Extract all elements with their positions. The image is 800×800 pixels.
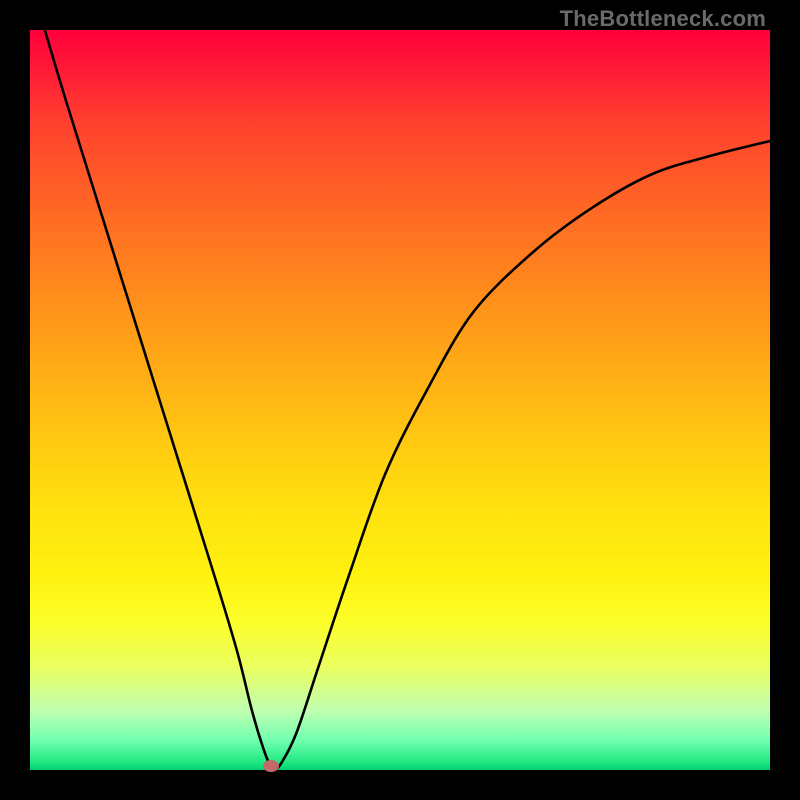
watermark-text: TheBottleneck.com [560,6,766,32]
bottleneck-curve [45,30,770,770]
chart-container: TheBottleneck.com [0,0,800,800]
plot-area [30,30,770,770]
curve-svg [30,30,770,770]
optimum-marker [263,760,279,772]
